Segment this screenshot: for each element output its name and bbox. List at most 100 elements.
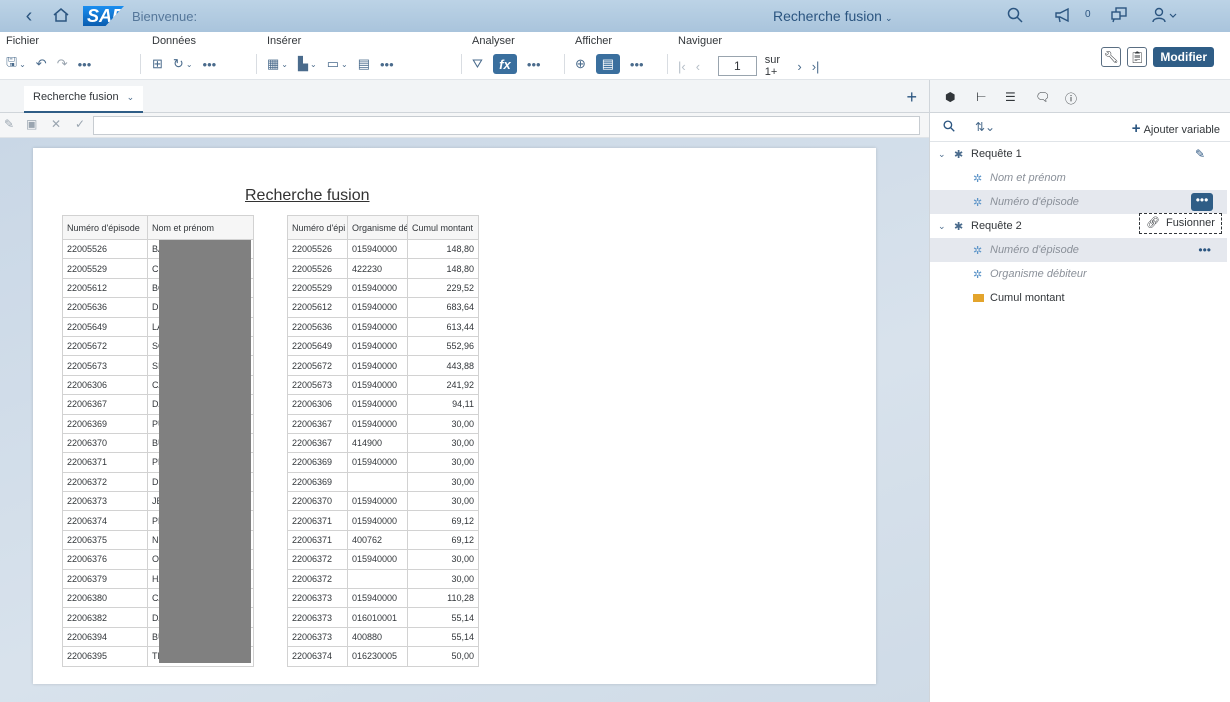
feedback-icon[interactable] <box>1110 7 1128 28</box>
table-cell[interactable]: 22006394 <box>62 626 148 648</box>
wrench-icon[interactable]: 🔧︎ <box>1101 47 1122 67</box>
table-cell[interactable]: 22006367 <box>287 413 348 434</box>
table-cell[interactable]: 683,64 <box>407 297 479 318</box>
table-cell[interactable]: 613,44 <box>407 316 479 337</box>
table-cell[interactable]: 422230 <box>347 258 408 279</box>
table-cell[interactable]: 552,96 <box>407 335 479 357</box>
next-page-icon[interactable]: › <box>797 56 801 76</box>
table-row[interactable]: 22006372 015940000 30,00 <box>287 549 479 570</box>
table-cell[interactable]: 148,80 <box>407 258 479 279</box>
table-cell[interactable]: 229,52 <box>407 277 479 299</box>
home-icon[interactable] <box>52 7 74 26</box>
modifier-button[interactable]: Modifier <box>1153 47 1214 67</box>
table-cell[interactable]: 30,00 <box>407 432 479 454</box>
table-row[interactable]: 22006372 30,00 <box>287 568 479 590</box>
table-row[interactable]: 22005529 015940000 229,52 <box>287 277 479 299</box>
table-row[interactable]: 22006371 400762 69,12 <box>287 529 479 551</box>
pencil-icon[interactable]: ✎ <box>1195 147 1205 161</box>
table-cell[interactable]: 22005526 <box>287 258 348 279</box>
table-cell[interactable] <box>347 568 408 590</box>
table-cell[interactable]: 30,00 <box>407 549 479 570</box>
table-cell[interactable]: 22005612 <box>62 277 148 299</box>
info-icon[interactable]: ⓘ <box>1065 90 1077 107</box>
table-cell[interactable]: 400762 <box>347 529 408 551</box>
zoom-icon[interactable]: ⊕ <box>575 54 586 74</box>
table-cell[interactable]: 50,00 <box>407 646 479 667</box>
text-cell-icon[interactable]: ▭ ⌄ <box>327 54 348 74</box>
add-variable-button[interactable]: + Ajouter variable <box>1132 120 1220 137</box>
column-header[interactable]: Organisme dé <box>347 215 408 240</box>
clipboard-icon[interactable]: 📋︎ <box>1127 47 1148 67</box>
more-options-button[interactable]: ••• <box>1191 193 1213 211</box>
search-icon[interactable] <box>943 120 955 135</box>
table-icon[interactable]: ▦ ⌄ <box>267 54 288 74</box>
table-cell[interactable]: 94,11 <box>407 394 479 415</box>
table-cell[interactable]: 55,14 <box>407 607 479 628</box>
table-cell[interactable]: 015940000 <box>347 316 408 337</box>
table-cell[interactable]: 22006375 <box>62 529 148 551</box>
list-icon[interactable]: ☰ <box>1005 90 1016 104</box>
sap-logo[interactable]: SAP <box>74 3 125 29</box>
object-item[interactable]: ✲ Nom et prénom <box>930 166 1227 190</box>
object-item[interactable]: ✲ Organisme débiteur <box>930 262 1227 286</box>
validate-icon[interactable]: ✓ <box>75 117 85 131</box>
table-cell[interactable]: 30,00 <box>407 491 479 512</box>
table-cell[interactable]: 22005649 <box>287 335 348 357</box>
tab-recherche-fusion[interactable]: Recherche fusion ⌄ <box>24 86 144 113</box>
add-report-icon[interactable]: + <box>906 87 917 108</box>
table-cell[interactable]: 22005529 <box>287 277 348 299</box>
table-cell[interactable]: 30,00 <box>407 471 479 493</box>
search-icon[interactable] <box>1007 7 1023 28</box>
table-cell[interactable]: 22006371 <box>287 529 348 551</box>
table-cell[interactable]: 30,00 <box>407 413 479 434</box>
formula-input[interactable] <box>93 116 920 135</box>
first-page-icon[interactable]: |‹ <box>678 56 686 76</box>
table-cell[interactable]: 22005673 <box>62 355 148 376</box>
document-title[interactable]: Recherche fusion ⌄ <box>773 8 893 24</box>
table-cell[interactable]: 015940000 <box>347 549 408 570</box>
table-organisme-cumul[interactable]: Numéro d'épi Organisme dé Cumul montant … <box>287 215 479 667</box>
more-icon[interactable]: ••• <box>527 54 541 74</box>
filter-icon[interactable]: ⛛ <box>472 54 483 74</box>
table-cell[interactable]: 110,28 <box>407 588 479 609</box>
table-row[interactable]: 22006367 414900 30,00 <box>287 432 479 454</box>
table-cell[interactable]: 015940000 <box>347 452 408 473</box>
table-row[interactable]: 22006371 015940000 69,12 <box>287 510 479 531</box>
table-cell[interactable]: 015940000 <box>347 588 408 609</box>
data-objects-icon[interactable]: ⬢ <box>945 90 955 104</box>
table-row[interactable]: 22006369 30,00 <box>287 471 479 493</box>
redo-icon[interactable]: ↷ <box>57 54 68 74</box>
table-cell[interactable]: 22005672 <box>62 335 148 357</box>
table-cell[interactable]: 22006369 <box>62 413 148 434</box>
chart-icon[interactable]: ▙ ⌄ <box>298 54 317 74</box>
table-cell[interactable]: 22006374 <box>62 510 148 531</box>
table-cell[interactable]: 015940000 <box>347 238 408 260</box>
table-cell[interactable]: 015940000 <box>347 335 408 357</box>
table-cell[interactable]: 22005672 <box>287 355 348 376</box>
table-cell[interactable]: 22005636 <box>62 297 148 318</box>
table-cell[interactable] <box>347 471 408 493</box>
table-cell[interactable]: 22005529 <box>62 258 148 279</box>
table-cell[interactable]: 22006370 <box>62 432 148 454</box>
table-cell[interactable]: 22006379 <box>62 568 148 590</box>
table-cell[interactable]: 22006369 <box>287 471 348 493</box>
more-icon[interactable]: ••• <box>1198 243 1211 257</box>
object-item[interactable]: ✲ Numéro d'épisode ••• <box>930 190 1227 214</box>
table-cell[interactable]: 22006372 <box>287 549 348 570</box>
table-cell[interactable]: 22006373 <box>287 607 348 628</box>
more-icon[interactable]: ••• <box>78 54 92 74</box>
table-cell[interactable]: 22006367 <box>287 432 348 454</box>
back-icon[interactable]: ‹ <box>14 5 44 28</box>
formula-editor-icon[interactable]: ▣ <box>26 117 37 131</box>
table-row[interactable]: 22006370 015940000 30,00 <box>287 491 479 512</box>
table-cell[interactable]: 015940000 <box>347 491 408 512</box>
data-grid-icon[interactable]: ⊞ <box>152 54 163 74</box>
table-row[interactable]: 22006373 400880 55,14 <box>287 626 479 648</box>
table-cell[interactable]: 69,12 <box>407 510 479 531</box>
table-cell[interactable]: 015940000 <box>347 355 408 376</box>
table-cell[interactable]: 22006395 <box>62 646 148 667</box>
table-cell[interactable]: 22005673 <box>287 374 348 396</box>
previous-page-icon[interactable]: ‹ <box>696 56 700 76</box>
table-cell[interactable]: 22006372 <box>287 568 348 590</box>
table-cell[interactable]: 241,92 <box>407 374 479 396</box>
